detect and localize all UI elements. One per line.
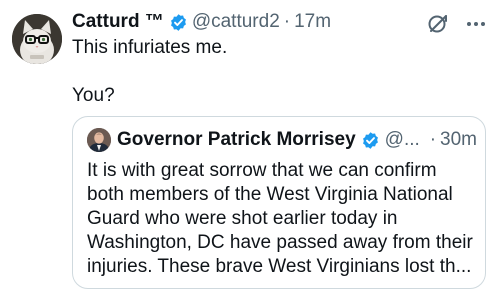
verified-badge-icon — [361, 131, 380, 150]
quoted-text-line-2: both members of the West Virginia Nation… — [87, 184, 453, 205]
tweet-text-line-2: You? — [72, 85, 115, 106]
author-avatar[interactable] — [12, 14, 62, 64]
quoted-tweet-card[interactable]: Governor Patrick Morrisey @... · 30m It … — [72, 116, 486, 289]
grok-icon[interactable] — [426, 12, 450, 36]
tweet-timestamp[interactable]: 17m — [294, 11, 331, 33]
author-display-name[interactable]: Catturd ™ — [72, 11, 164, 33]
quoted-tweet-timestamp[interactable]: 30m — [440, 129, 477, 151]
verified-badge-icon — [169, 13, 188, 32]
separator-dot: · — [283, 11, 291, 32]
separator-dot: · — [429, 129, 437, 150]
quoted-text-line-3: Guard who were shot earlier today in — [87, 208, 398, 229]
man-in-suit-avatar — [87, 128, 111, 152]
quoted-author-avatar[interactable] — [87, 128, 111, 152]
tweet-text: This infuriates me. You? — [72, 36, 482, 108]
tweet[interactable]: Catturd ™ @catturd2 · 17m This infuriate… — [0, 0, 500, 301]
quoted-author-handle[interactable]: @... — [385, 129, 420, 151]
quoted-author-display-name[interactable]: Governor Patrick Morrisey — [117, 129, 356, 151]
more-options-icon[interactable] — [462, 12, 490, 36]
quoted-tweet-text: It is with great sorrow that we can conf… — [87, 159, 479, 279]
cat-with-glasses-avatar — [12, 14, 62, 64]
quoted-text-line-4: Washington, DC have passed away from the… — [87, 232, 473, 253]
author-handle[interactable]: @catturd2 — [192, 11, 280, 33]
quoted-text-line-1: It is with great sorrow that we can conf… — [87, 160, 437, 181]
quoted-text-line-5: injuries. These brave West Virginians lo… — [87, 256, 472, 277]
quoted-tweet-header: Governor Patrick Morrisey @... · 30m — [87, 127, 477, 153]
tweet-header: Catturd ™ @catturd2 · 17m — [72, 10, 331, 34]
tweet-text-line-1: This infuriates me. — [72, 37, 228, 58]
